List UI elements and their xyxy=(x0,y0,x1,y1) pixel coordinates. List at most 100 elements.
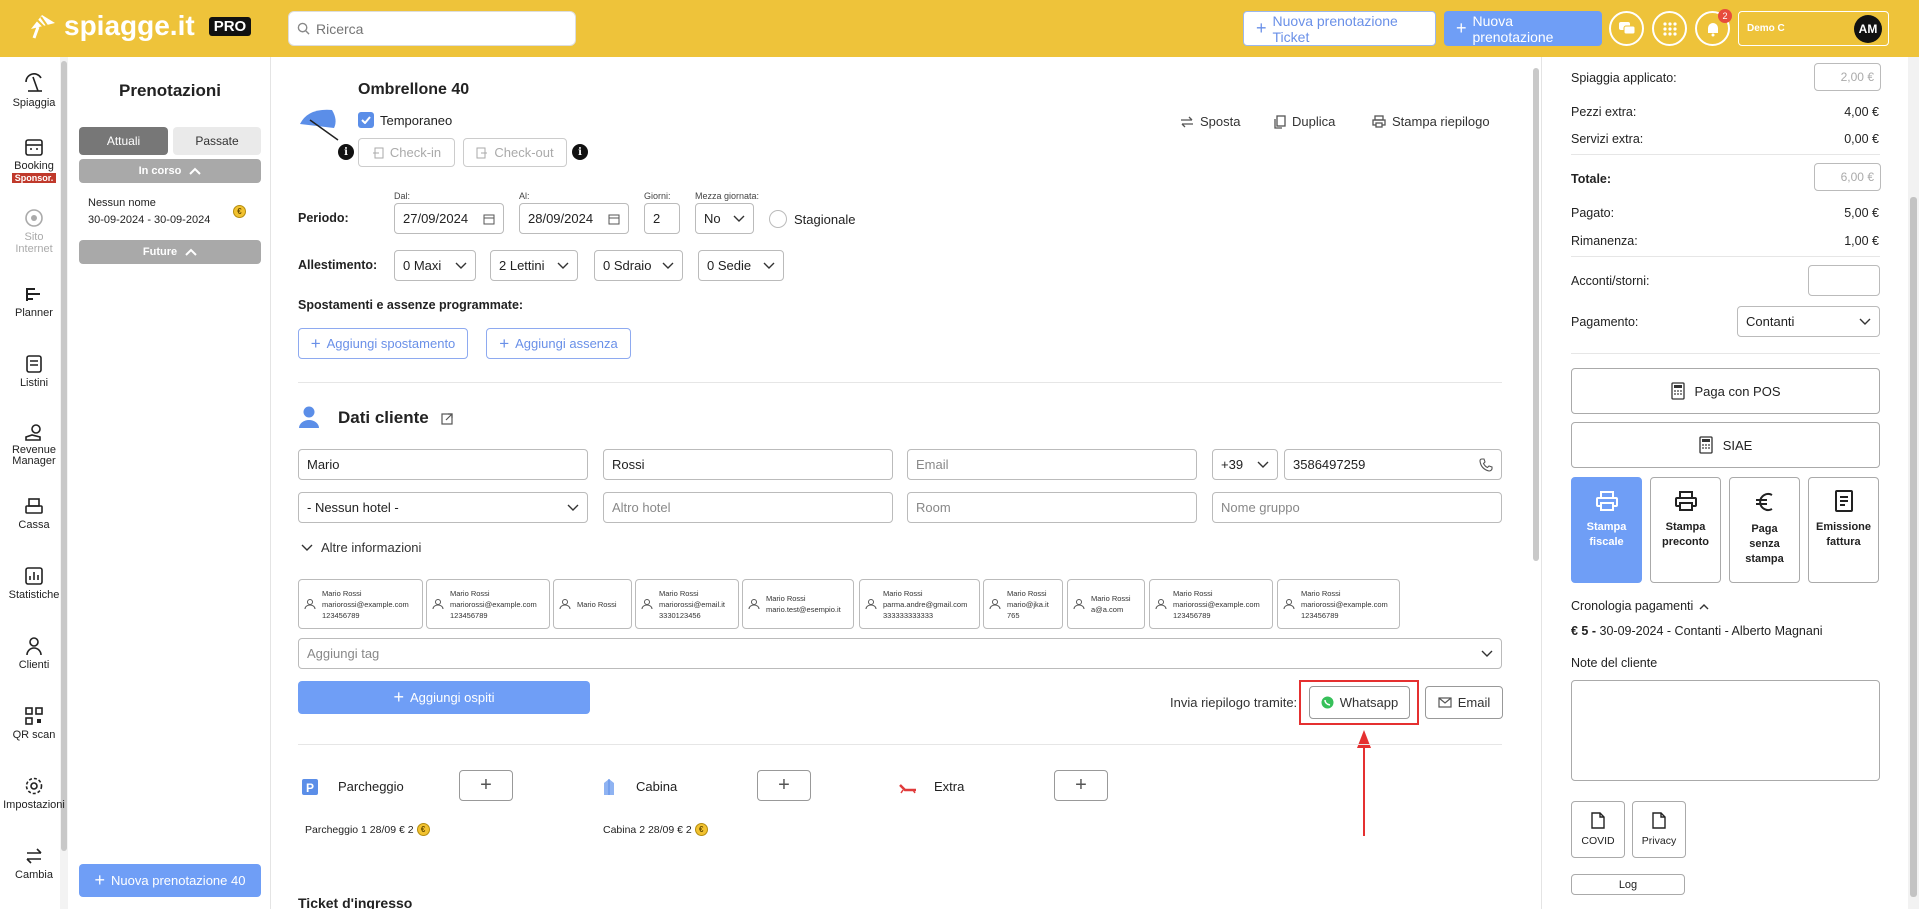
booking-item-name[interactable]: Nessun nome xyxy=(88,197,156,209)
siae-button[interactable]: SIAE xyxy=(1571,422,1880,468)
days-input[interactable]: 2 xyxy=(644,203,680,234)
customer-notes-textarea[interactable] xyxy=(1571,680,1880,781)
future-toggle[interactable]: Future xyxy=(79,240,261,264)
search-input[interactable] xyxy=(316,20,556,37)
guest-card[interactable]: Mario Rossi mariorossi@example.com 1234567… xyxy=(1149,579,1273,629)
issue-invoice-tile[interactable]: Emissione fattura xyxy=(1808,477,1879,583)
user-icon xyxy=(559,599,571,610)
nav-item-statistiche[interactable]: Statistiche xyxy=(0,566,68,601)
external-link-icon[interactable] xyxy=(441,412,454,425)
chat-button[interactable] xyxy=(1609,11,1644,46)
apps-button[interactable] xyxy=(1652,11,1687,46)
half-day-label: Mezza giornata: xyxy=(695,191,760,201)
add-extra-button[interactable]: + xyxy=(1054,770,1108,801)
notification-badge: 2 xyxy=(1718,9,1732,23)
new-booking-40-button[interactable]: + Nuova prenotazione 40 xyxy=(79,864,261,897)
covid-document-button[interactable]: COVID xyxy=(1571,801,1625,858)
tab-current[interactable]: Attuali xyxy=(79,127,168,155)
guest-card[interactable]: Mario Rossi mario@jka.it 765 xyxy=(983,579,1063,629)
nav-item-booking[interactable]: Booking Sponsor. xyxy=(0,137,68,184)
nav-item-spiaggia[interactable]: Spiaggia xyxy=(0,72,68,109)
whatsapp-button[interactable]: Whatsapp xyxy=(1309,686,1410,719)
checkin-button[interactable]: Check-in xyxy=(358,138,455,167)
in-progress-toggle[interactable]: In corso xyxy=(79,159,261,183)
notifications-button[interactable]: 2 xyxy=(1695,9,1732,46)
last-name-field[interactable]: Rossi xyxy=(603,449,893,480)
fiscal-print-tile[interactable]: Stampa fiscale xyxy=(1571,477,1642,583)
group-name-field[interactable]: Nome gruppo xyxy=(1212,492,1502,523)
move-button[interactable]: Sposta xyxy=(1180,114,1240,129)
add-move-button[interactable]: + Aggiungi spostamento xyxy=(298,328,468,359)
maxi-select[interactable]: 0 Maxi xyxy=(394,250,476,281)
main-scrollbar[interactable] xyxy=(1533,68,1539,561)
cabin-entry[interactable]: Cabina 2 28/09 € 2 € xyxy=(603,823,708,836)
email-field[interactable]: Email xyxy=(907,449,1197,480)
deposits-input[interactable] xyxy=(1808,265,1880,296)
other-hotel-field[interactable]: Altro hotel xyxy=(603,492,893,523)
first-name-field[interactable]: Mario xyxy=(298,449,588,480)
to-date-input[interactable]: 28/09/2024 xyxy=(519,203,629,234)
guest-card[interactable]: Mario Rossi mario.test@esempio.it xyxy=(742,579,854,629)
guest-card[interactable]: Mario Rossi mariorossi@example.com 1234567… xyxy=(426,579,550,629)
nav-item-cambia[interactable]: Cambia xyxy=(0,846,68,881)
guest-card[interactable]: Mario Rossi mariorossi@example.com 1234567… xyxy=(298,579,423,629)
guest-card[interactable]: Mario Rossi parma.andre@gmail.com 33333333… xyxy=(859,579,980,629)
add-absence-button[interactable]: + Aggiungi assenza xyxy=(486,328,631,359)
duplicate-button[interactable]: Duplica xyxy=(1274,114,1335,129)
add-parking-button[interactable]: + xyxy=(459,770,513,801)
hotel-select[interactable]: - Nessun hotel - xyxy=(298,492,588,523)
guest-card[interactable]: Mario Rossi a@a.com xyxy=(1067,579,1145,629)
cash-register-icon xyxy=(25,498,43,514)
tag-select[interactable]: Aggiungi tag xyxy=(298,638,1502,669)
add-cabin-button[interactable]: + xyxy=(757,770,811,801)
new-booking-button[interactable]: + Nuova prenotazione xyxy=(1444,11,1602,46)
nav-item-sito-internet[interactable]: Sito Internet xyxy=(0,208,68,255)
nav-item-clienti[interactable]: Clienti xyxy=(0,636,68,671)
add-guests-button[interactable]: + Aggiungi ospiti xyxy=(298,681,590,714)
nav-item-qr-scan[interactable]: QR scan xyxy=(0,706,68,741)
phone-field[interactable]: 3586497259 xyxy=(1284,449,1502,480)
nav-item-listini[interactable]: Listini xyxy=(0,354,68,389)
pay-pos-button[interactable]: Paga con POS xyxy=(1571,368,1880,414)
user-icon xyxy=(641,599,653,610)
nav-item-cassa[interactable]: Cassa xyxy=(0,496,68,531)
tab-past[interactable]: Passate xyxy=(173,127,261,155)
info-icon[interactable]: i xyxy=(572,144,588,160)
guest-card[interactable]: Mario Rossi mariorossi@email.it 3330123456 xyxy=(635,579,739,629)
payment-history-toggle[interactable]: Cronologia pagamenti xyxy=(1571,599,1709,613)
loungers-select[interactable]: 2 Lettini xyxy=(490,250,578,281)
right-panel-scrollbar[interactable] xyxy=(1908,57,1919,909)
nav-item-planner[interactable]: Planner xyxy=(0,284,68,319)
deckchairs-select[interactable]: 0 Sdraio xyxy=(594,250,683,281)
pre-bill-print-tile[interactable]: Stampa preconto xyxy=(1650,477,1721,583)
app-logo[interactable]: spiagge.it PRO xyxy=(28,10,252,42)
user-menu[interactable]: Demo C AM xyxy=(1738,11,1889,46)
nav-item-revenue-manager[interactable]: Revenue Manager xyxy=(0,422,68,467)
temporary-checkbox[interactable]: Temporaneo xyxy=(358,112,452,128)
seasonal-checkbox[interactable]: Stagionale xyxy=(769,210,855,228)
guest-card[interactable]: Mario Rossi xyxy=(553,579,632,629)
privacy-document-button[interactable]: Privacy xyxy=(1632,801,1686,858)
email-button[interactable]: Email xyxy=(1425,686,1503,719)
print-summary-button[interactable]: Stampa riepilogo xyxy=(1372,114,1490,129)
log-button[interactable]: Log xyxy=(1571,874,1685,895)
new-ticket-booking-button[interactable]: + Nuova prenotazione Ticket xyxy=(1243,11,1436,46)
nav-item-impostazioni[interactable]: Impostazioni xyxy=(0,776,68,811)
from-date-input[interactable]: 27/09/2024 xyxy=(394,203,504,234)
guest-card[interactable]: Mario Rossi mariorossi@example.com 1234567… xyxy=(1277,579,1400,629)
more-info-toggle[interactable]: Altre informazioni xyxy=(301,540,421,555)
half-day-select[interactable]: No xyxy=(695,203,754,234)
printer-icon xyxy=(1674,491,1697,511)
search-box[interactable] xyxy=(288,11,576,46)
info-icon[interactable]: i xyxy=(338,144,354,160)
beach-applied-input[interactable]: 2,00 € xyxy=(1814,63,1881,91)
booking-item-dates[interactable]: 30-09-2024 - 30-09-2024 xyxy=(88,214,210,226)
room-field[interactable]: Room xyxy=(907,492,1197,523)
chairs-select[interactable]: 0 Sedie xyxy=(698,250,784,281)
total-input[interactable]: 6,00 € xyxy=(1814,163,1881,191)
pay-without-print-tile[interactable]: Paga senza stampa xyxy=(1729,477,1800,583)
phone-prefix-select[interactable]: +39 xyxy=(1212,449,1278,480)
parking-entry[interactable]: Parcheggio 1 28/09 € 2 € xyxy=(305,823,430,836)
checkout-button[interactable]: Check-out xyxy=(463,138,567,167)
payment-method-select[interactable]: Contanti xyxy=(1737,306,1880,337)
